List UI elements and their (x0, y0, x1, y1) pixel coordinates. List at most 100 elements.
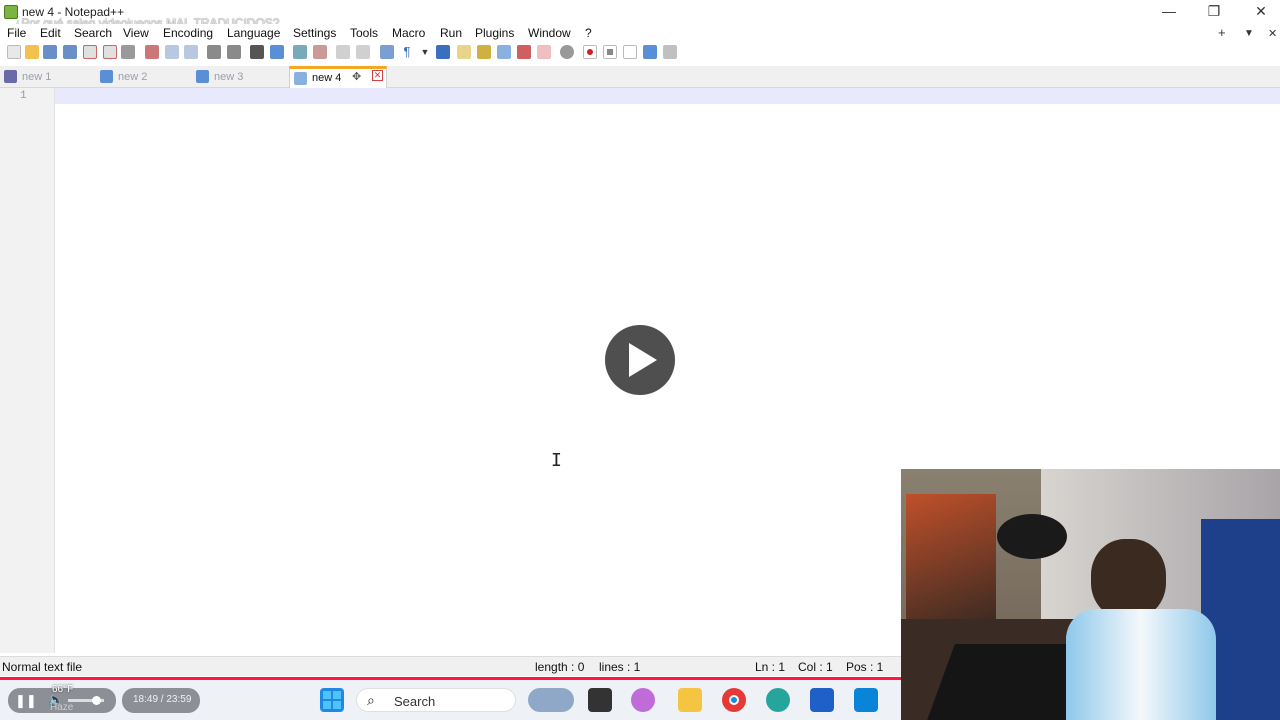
tab-new-2[interactable]: new 2 (96, 66, 192, 88)
logo-poster (997, 514, 1067, 559)
menu-help[interactable]: ? (585, 26, 592, 40)
tab-bar: new 1 new 2 new 3 new 4 ✥ ✕ (0, 66, 1280, 88)
menu-settings[interactable]: Settings (293, 26, 336, 40)
widgets-icon[interactable] (528, 688, 574, 712)
cut-icon[interactable] (145, 45, 159, 59)
webcam-overlay (901, 469, 1280, 720)
column-position-label: Col : 1 (798, 660, 833, 674)
tab-label: new 1 (22, 71, 52, 83)
save-icon[interactable] (43, 45, 57, 59)
zoom-in-icon[interactable] (293, 45, 307, 59)
file-icon (294, 72, 307, 85)
print-icon[interactable] (121, 45, 135, 59)
record-macro-icon[interactable] (583, 45, 597, 59)
play-button[interactable] (605, 325, 675, 395)
stop-macro-icon[interactable] (603, 45, 617, 59)
taskbar-search-box[interactable]: ⌕ Search (356, 688, 516, 712)
pause-icon[interactable]: ❚❚ (15, 693, 37, 709)
store-icon[interactable] (810, 688, 834, 712)
line-number: 1 (20, 90, 27, 102)
folder-icon[interactable] (678, 688, 702, 712)
lines-label: lines : 1 (599, 660, 641, 674)
replace-icon[interactable] (270, 45, 284, 59)
menu-encoding[interactable]: Encoding (163, 26, 213, 40)
length-label: length : 0 (535, 660, 585, 674)
dropdown-icon[interactable]: ▼ (418, 45, 432, 59)
save-all-icon[interactable] (63, 45, 77, 59)
outlook-icon[interactable] (854, 688, 878, 712)
restore-button[interactable]: ❐ (1199, 2, 1229, 22)
menu-run[interactable]: Run (440, 26, 462, 40)
open-file-icon[interactable] (25, 45, 39, 59)
file-icon (196, 70, 209, 83)
text-cursor-icon: I (551, 450, 562, 471)
save-macro-icon[interactable] (663, 45, 677, 59)
menu-macro[interactable]: Macro (392, 26, 425, 40)
minimize-button[interactable]: — (1154, 2, 1184, 22)
sync-vertical-icon[interactable] (336, 45, 350, 59)
menu-search[interactable]: Search (74, 26, 112, 40)
menu-bar: File Edit Search View Encoding Language … (0, 24, 1280, 42)
redo-icon[interactable] (227, 45, 241, 59)
file-icon (4, 70, 17, 83)
toolbar: ¶ ▼ (0, 42, 1280, 64)
paste-icon[interactable] (184, 45, 198, 59)
edge-icon[interactable] (766, 688, 790, 712)
new-file-icon[interactable] (7, 45, 21, 59)
char-position-label: Pos : 1 (846, 660, 884, 674)
undo-icon[interactable] (207, 45, 221, 59)
weather-temperature: 66°F (52, 684, 74, 695)
playback-macro-icon[interactable] (623, 45, 637, 59)
menu-language[interactable]: Language (227, 26, 280, 40)
line-position-label: Ln : 1 (755, 660, 786, 674)
time-pill: 18:49 / 23:59 (122, 688, 200, 713)
tab-label: new 2 (118, 71, 148, 83)
user-language-icon[interactable] (457, 45, 471, 59)
menu-edit[interactable]: Edit (40, 26, 61, 40)
tab-new-1[interactable]: new 1 (0, 66, 96, 88)
close-all-icon[interactable] (103, 45, 117, 59)
menu-window[interactable]: Window (528, 26, 571, 40)
run-macro-multiple-icon[interactable] (643, 45, 657, 59)
search-icon: ⌕ (367, 692, 375, 708)
tab-new-4[interactable]: new 4 ✥ ✕ (289, 66, 387, 88)
close-tab-icon[interactable]: ✕ (372, 70, 383, 81)
close-tab-button[interactable]: ✕ (1268, 27, 1277, 40)
menu-view[interactable]: View (123, 26, 149, 40)
copy-icon[interactable] (165, 45, 179, 59)
menu-tools[interactable]: Tools (350, 26, 378, 40)
volume-slider-handle[interactable] (92, 696, 101, 705)
close-icon[interactable] (83, 45, 97, 59)
monitoring-icon[interactable] (537, 45, 551, 59)
person-jersey-image (1066, 609, 1216, 720)
folder-workspace-icon[interactable] (517, 45, 531, 59)
start-icon[interactable] (320, 688, 344, 712)
menu-plugins[interactable]: Plugins (475, 26, 514, 40)
tab-label: new 4 (312, 72, 342, 84)
title-bar: new 4 - Notepad++ ¿Por qué salen videoju… (0, 0, 1280, 30)
add-tab-button[interactable]: + (1218, 25, 1226, 40)
person-head-image (1091, 539, 1166, 619)
menu-file[interactable]: File (7, 26, 26, 40)
chrome-icon[interactable] (722, 688, 746, 712)
zoom-out-icon[interactable] (313, 45, 327, 59)
current-line-highlight (55, 88, 1280, 104)
copilot-icon[interactable] (631, 688, 655, 712)
indent-guide-icon[interactable] (436, 45, 450, 59)
file-explorer-icon[interactable] (588, 688, 612, 712)
pin-icon[interactable]: ✥ (352, 70, 361, 83)
word-wrap-icon[interactable] (380, 45, 394, 59)
line-number-gutter: 1 (0, 88, 55, 653)
tab-new-3[interactable]: new 3 (192, 66, 288, 88)
find-icon[interactable] (250, 45, 264, 59)
sync-horizontal-icon[interactable] (356, 45, 370, 59)
doc-map-icon[interactable] (477, 45, 491, 59)
search-label: Search (394, 694, 436, 709)
show-all-characters-icon[interactable]: ¶ (400, 45, 414, 59)
function-list-icon[interactable] (497, 45, 511, 59)
video-time: 18:49 / 23:59 (133, 694, 192, 705)
file-type-label: Normal text file (2, 660, 83, 674)
close-button[interactable]: ✕ (1246, 2, 1276, 22)
macro-record-disabled-icon[interactable] (560, 45, 574, 59)
tab-list-button[interactable]: ▼ (1244, 28, 1254, 39)
